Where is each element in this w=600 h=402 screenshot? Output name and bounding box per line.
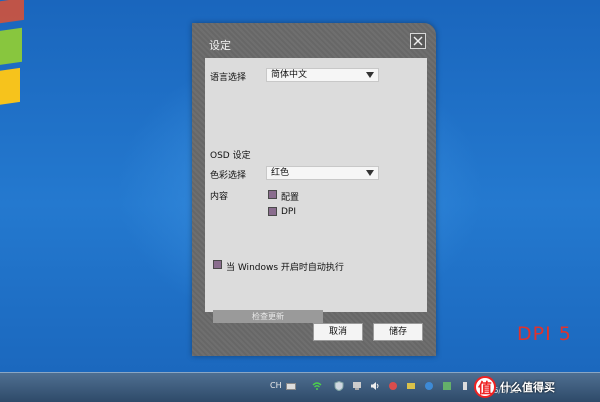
app-icon[interactable] [406, 381, 416, 391]
settings-panel: 语言选择 简体中文 OSD 设定 色彩选择 红色 内容 配置 DPI 当 Win… [205, 58, 427, 323]
app-icon[interactable] [424, 381, 434, 391]
network-icon[interactable] [352, 381, 362, 391]
content-dpi-checkbox[interactable] [268, 207, 277, 216]
osd-section-label: OSD 设定 [210, 151, 251, 161]
autostart-label: 当 Windows 开启时自动执行 [226, 263, 344, 273]
keyboard-icon[interactable] [286, 381, 296, 391]
language-select-value: 简体中文 [271, 70, 308, 80]
save-button[interactable]: 储存 [373, 323, 423, 341]
content-label: 内容 [210, 192, 229, 202]
dpi-overlay-text: DPI 5 [517, 323, 572, 345]
app-icon[interactable] [460, 381, 470, 391]
volume-icon[interactable] [370, 381, 380, 391]
app-icon[interactable] [442, 381, 452, 391]
color-label: 色彩选择 [210, 171, 247, 181]
settings-dialog: 设定 语言选择 简体中文 OSD 设定 色彩选择 红色 内容 配置 DPI 当 … [192, 23, 436, 356]
content-config-checkbox[interactable] [268, 190, 277, 199]
language-label: 语言选择 [210, 73, 247, 83]
close-icon [413, 36, 423, 46]
autostart-checkbox[interactable] [213, 260, 222, 269]
content-config-label: 配置 [281, 193, 300, 203]
cancel-button[interactable]: 取消 [313, 323, 363, 341]
watermark: 值 什么值得买 [474, 372, 600, 401]
close-button[interactable] [410, 33, 426, 49]
dropdown-arrow-icon [366, 72, 374, 78]
color-select[interactable]: 红色 [266, 166, 379, 180]
language-indicator[interactable]: CH [270, 381, 282, 390]
language-select[interactable]: 简体中文 [266, 68, 379, 82]
app-icon[interactable] [388, 381, 398, 391]
content-dpi-label: DPI [281, 207, 297, 217]
check-update-button[interactable]: 检查更新 [213, 310, 323, 323]
shield-icon[interactable] [334, 381, 344, 391]
color-select-value: 红色 [271, 168, 290, 178]
watermark-logo: 值 [474, 375, 496, 398]
dropdown-arrow-icon [366, 170, 374, 176]
dialog-title: 设定 [209, 39, 231, 52]
windows-logo [0, 0, 40, 150]
watermark-text: 什么值得买 [500, 380, 555, 394]
wifi-icon[interactable] [312, 381, 322, 391]
